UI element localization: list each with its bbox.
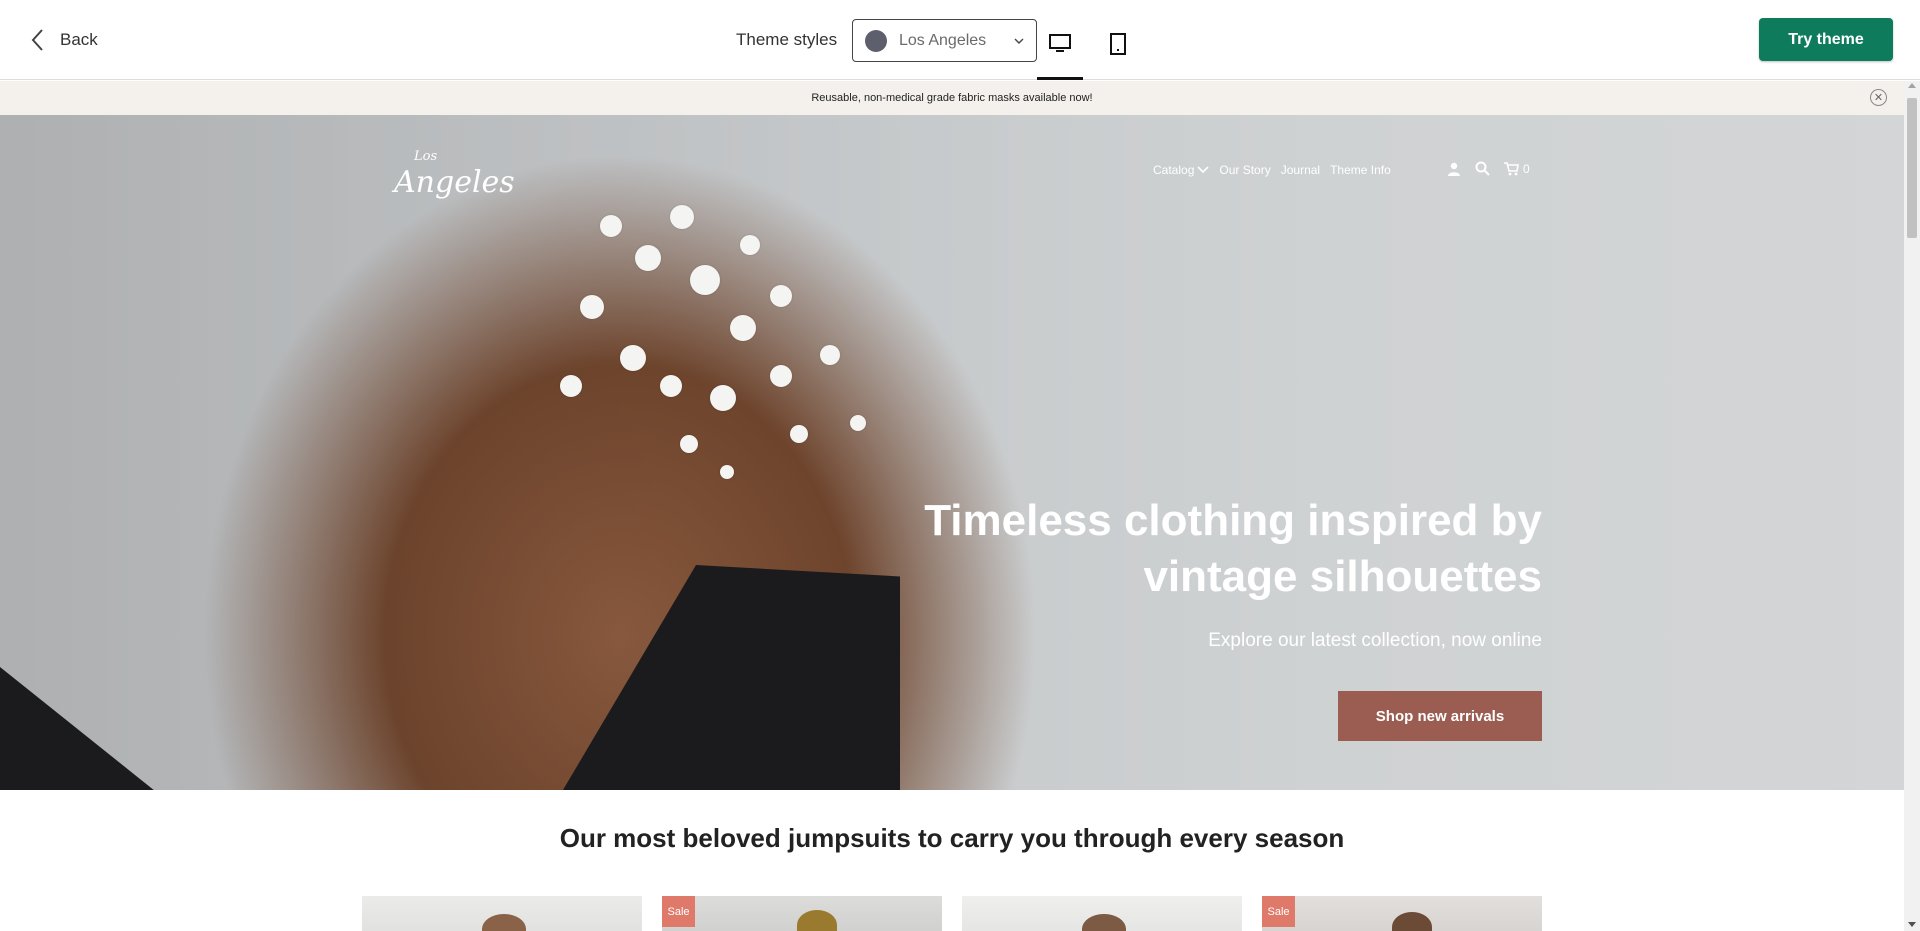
nav-item-journal[interactable]: Journal: [1281, 163, 1320, 177]
product-image: [1262, 896, 1542, 931]
chevron-left-icon: [31, 29, 43, 51]
hero-subtitle: Explore our latest collection, now onlin…: [1208, 630, 1542, 651]
product-image: [362, 896, 642, 931]
hero-banner: Los Angeles Catalog Our Story Journal Th…: [0, 115, 1904, 790]
product-card[interactable]: [962, 896, 1242, 931]
chevron-down-icon: [1197, 166, 1209, 174]
sale-badge: Sale: [662, 896, 695, 927]
logo-text-main: Angeles: [391, 165, 515, 200]
desktop-view-button[interactable]: [1046, 30, 1074, 58]
search-icon[interactable]: [1475, 161, 1490, 176]
nav-item-our-story[interactable]: Our Story: [1219, 163, 1270, 177]
store-main-nav: Catalog Our Story Journal Theme Info: [1153, 163, 1391, 177]
featured-collection-title: Our most beloved jumpsuits to carry you …: [559, 823, 1345, 853]
store-header-icons: 0: [1447, 161, 1530, 176]
mobile-view-button[interactable]: [1104, 30, 1132, 58]
shop-new-arrivals-button[interactable]: Shop new arrivals: [1338, 691, 1542, 741]
nav-item-label: Catalog: [1153, 163, 1195, 177]
try-theme-button[interactable]: Try theme: [1759, 18, 1893, 61]
mobile-icon: [1110, 33, 1126, 55]
sale-badge: Sale: [1262, 896, 1295, 927]
scroll-down-arrow-icon[interactable]: [1908, 922, 1916, 927]
back-label: Back: [60, 30, 98, 49]
announcement-text: Reusable, non-medical grade fabric masks…: [811, 92, 1093, 104]
scroll-up-arrow-icon[interactable]: [1908, 83, 1916, 88]
theme-styles-label: Theme styles: [736, 30, 838, 49]
theme-style-value: Los Angeles: [899, 31, 987, 49]
scrollbar-thumb[interactable]: [1907, 98, 1917, 238]
back-button[interactable]: Back: [30, 28, 98, 52]
active-view-indicator: [1037, 77, 1083, 80]
account-icon[interactable]: [1447, 162, 1461, 176]
product-image: [662, 896, 942, 931]
nav-item-theme-info[interactable]: Theme Info: [1330, 163, 1391, 177]
store-logo-image: Los Angeles: [391, 149, 515, 200]
theme-color-swatch: [865, 29, 887, 52]
hero-overlay: [0, 115, 1904, 790]
product-card[interactable]: Sale: [1262, 896, 1542, 931]
nav-item-catalog[interactable]: Catalog: [1153, 163, 1209, 177]
product-card[interactable]: Sale: [662, 896, 942, 931]
theme-preview-toolbar: Back Theme styles Los Angeles Try theme: [0, 0, 1920, 80]
desktop-icon: [1049, 34, 1071, 52]
store-preview-frame: Reusable, non-medical grade fabric masks…: [0, 81, 1920, 931]
preview-scrollbar[interactable]: [1904, 81, 1920, 931]
logo-text-top: Los: [413, 149, 437, 164]
close-icon[interactable]: ✕: [1870, 89, 1887, 106]
cart-button[interactable]: 0: [1504, 162, 1530, 176]
hero-title: Timeless clothing inspired by vintage si…: [924, 496, 1542, 601]
cart-icon: [1504, 161, 1519, 175]
product-image: [962, 896, 1242, 931]
theme-style-select[interactable]: Los Angeles: [852, 19, 1037, 62]
product-card[interactable]: [362, 896, 642, 931]
store-logo[interactable]: Los Angeles: [390, 140, 520, 220]
chevron-down-icon: [1014, 38, 1024, 44]
announcement-bar: Reusable, non-medical grade fabric masks…: [0, 81, 1904, 115]
cart-count: 0: [1523, 161, 1530, 176]
